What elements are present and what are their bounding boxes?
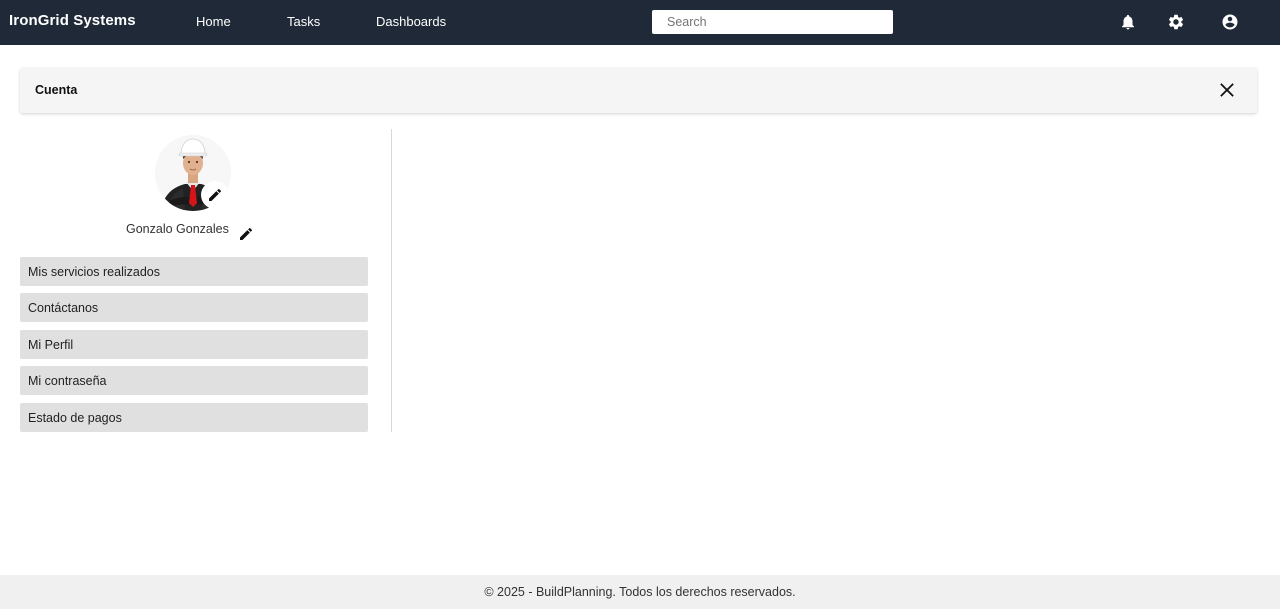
footer-copyright: © 2025 - BuildPlanning. Todos los derech… [484,585,796,599]
avatar-container [155,135,231,211]
bell-icon[interactable] [1118,12,1138,32]
menu-item-contrasena[interactable]: Mi contraseña [20,366,368,395]
account-sidebar: Gonzalo Gonzales Mis servicios realizado… [20,129,392,432]
edit-name-icon[interactable] [237,225,255,243]
search-input[interactable] [652,10,893,34]
menu-item-perfil[interactable]: Mi Perfil [20,330,368,359]
edit-avatar-icon[interactable] [201,181,229,209]
menu-item-contactanos[interactable]: Contáctanos [20,293,368,322]
nav-link-home[interactable]: Home [196,14,231,29]
gear-icon[interactable] [1166,12,1186,32]
user-name: Gonzalo Gonzales [126,222,229,236]
account-icon[interactable] [1220,12,1240,32]
nav-link-dashboards[interactable]: Dashboards [376,14,446,29]
top-navbar: IronGrid Systems Home Tasks Dashboards [0,0,1280,45]
menu-item-pagos[interactable]: Estado de pagos [20,403,368,432]
brand-logo[interactable]: IronGrid Systems [9,12,136,29]
close-icon[interactable] [1219,82,1235,98]
page-footer: © 2025 - BuildPlanning. Todos los derech… [0,575,1280,609]
nav-link-tasks[interactable]: Tasks [287,14,320,29]
page-title: Cuenta [35,83,78,97]
account-header: Cuenta [20,68,1257,113]
menu-item-servicios[interactable]: Mis servicios realizados [20,257,368,286]
